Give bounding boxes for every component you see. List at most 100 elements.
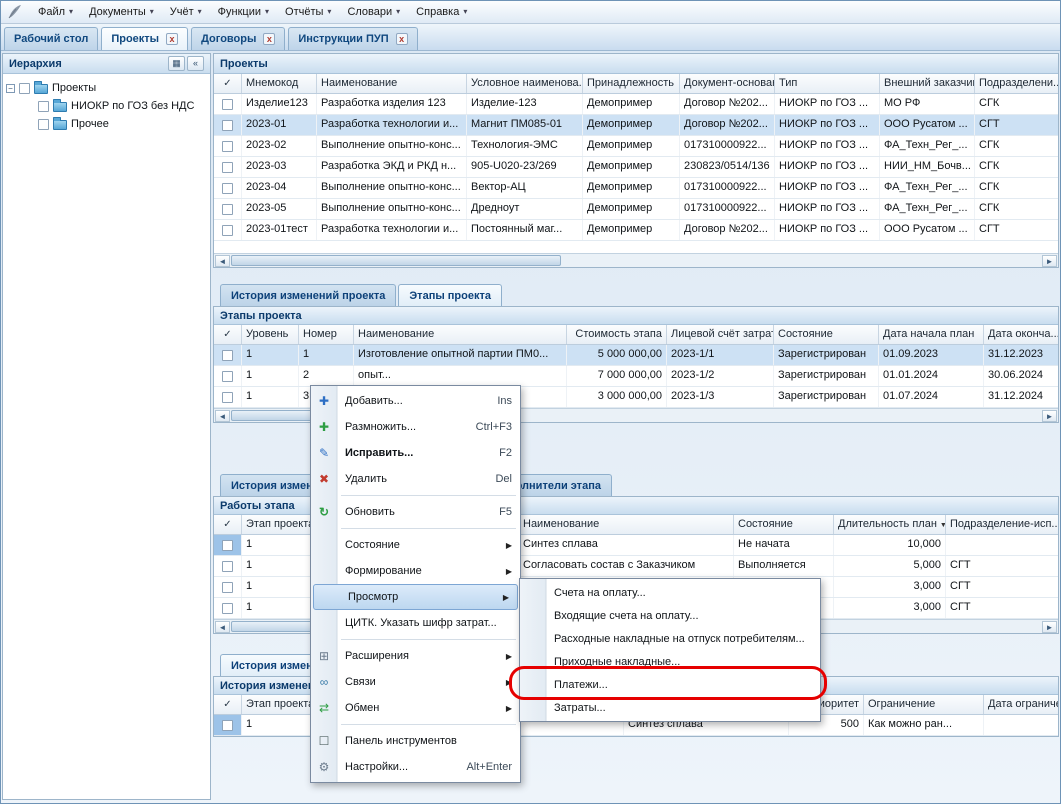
table-cell[interactable]: Изделие123 (242, 94, 317, 114)
table-cell[interactable]: 1 (242, 366, 299, 386)
tab-project_detail_tabs-0[interactable]: История изменений проекта (220, 284, 396, 306)
row-checkbox[interactable] (222, 141, 233, 152)
submenu-item-1[interactable]: Входящие счета на оплату... (520, 604, 820, 627)
column-header[interactable]: Лицевой счёт затрат. (667, 325, 774, 344)
table-cell[interactable]: 3 000 000,00 (567, 387, 667, 407)
table-cell[interactable]: Разработка технологии и... (317, 115, 467, 135)
table-cell[interactable]: Зарегистрирован (774, 366, 879, 386)
table-cell[interactable]: 5 000 000,00 (567, 345, 667, 365)
workspace-tab-2[interactable]: Договорыx (191, 27, 285, 50)
table-row[interactable]: 2023-02Выполнение опытно-конс...Технолог… (214, 136, 1058, 157)
table-cell[interactable]: СГТ (946, 598, 1059, 618)
expander-icon[interactable]: − (6, 84, 15, 93)
table-cell[interactable]: НИОКР по ГОЗ ... (775, 94, 880, 114)
column-header[interactable]: Стоимость этапа (567, 325, 667, 344)
row-select-cell[interactable] (214, 345, 242, 365)
row-select-cell[interactable] (214, 199, 242, 219)
table-cell[interactable]: Демопример (583, 220, 680, 240)
row-select-cell[interactable] (214, 535, 242, 555)
table-cell[interactable]: 31.12.2024 (984, 387, 1059, 407)
scroll-right-icon[interactable]: ► (1042, 410, 1057, 422)
table-cell[interactable]: СГТ (975, 115, 1059, 135)
row-checkbox[interactable] (222, 350, 233, 361)
table-cell[interactable]: ООО Русатом ... (880, 115, 975, 135)
column-header[interactable]: Наименование (317, 74, 467, 93)
row-select-cell[interactable] (214, 157, 242, 177)
tree-item-other[interactable]: Прочее (6, 115, 207, 133)
row-select-cell[interactable] (214, 94, 242, 114)
table-cell[interactable]: опыт... (354, 366, 567, 386)
table-cell[interactable]: 017310000922... (680, 199, 775, 219)
row-checkbox[interactable] (222, 162, 233, 173)
select-all-header[interactable]: ✓ (214, 515, 242, 534)
scroll-left-icon[interactable]: ◄ (215, 621, 230, 633)
row-checkbox[interactable] (222, 225, 233, 236)
row-select-cell[interactable] (214, 178, 242, 198)
column-header[interactable]: Дата оконча... (984, 325, 1059, 344)
row-select-cell[interactable] (214, 220, 242, 240)
table-cell[interactable]: 30.06.2024 (984, 366, 1059, 386)
column-header[interactable]: Условное наименова... (467, 74, 583, 93)
row-checkbox[interactable] (222, 371, 233, 382)
tree-checkbox[interactable] (38, 101, 49, 112)
table-cell[interactable]: 31.12.2023 (984, 345, 1059, 365)
column-header[interactable]: Принадлежность (583, 74, 680, 93)
table-cell[interactable]: 7 000 000,00 (567, 366, 667, 386)
row-select-cell[interactable] (214, 115, 242, 135)
table-cell[interactable]: Договор №202... (680, 115, 775, 135)
close-icon[interactable]: x (263, 33, 275, 45)
table-cell[interactable]: 2 (299, 366, 354, 386)
menubar-item-4[interactable]: Отчёты▾ (277, 3, 339, 21)
submenu-item-0[interactable]: Счета на оплату... (520, 581, 820, 604)
table-cell[interactable]: 2023-04 (242, 178, 317, 198)
table-cell[interactable]: СГК (975, 199, 1059, 219)
table-cell[interactable]: 2023-01 (242, 115, 317, 135)
select-all-header[interactable]: ✓ (214, 74, 242, 93)
table-cell[interactable]: НИОКР по ГОЗ ... (775, 220, 880, 240)
context-menu-item-3[interactable]: ✖УдалитьDel (311, 466, 520, 492)
row-select-cell[interactable] (214, 387, 242, 407)
table-cell[interactable]: Технология-ЭМС (467, 136, 583, 156)
table-cell[interactable]: 2023-1/2 (667, 366, 774, 386)
table-cell[interactable]: 2023-1/1 (667, 345, 774, 365)
table-cell[interactable]: 10,000 (834, 535, 946, 555)
table-cell[interactable]: 5,000 (834, 556, 946, 576)
scroll-left-icon[interactable]: ◄ (215, 410, 230, 422)
table-cell[interactable]: 01.07.2024 (879, 387, 984, 407)
table-cell[interactable]: Демопример (583, 199, 680, 219)
table-cell[interactable]: Договор №202... (680, 220, 775, 240)
column-header[interactable]: Дата ограниче... (984, 695, 1059, 714)
table-cell[interactable]: 1 (242, 345, 299, 365)
table-cell[interactable]: ФА_Техн_Рег_... (880, 199, 975, 219)
column-header[interactable]: Мнемокод (242, 74, 317, 93)
scroll-left-icon[interactable]: ◄ (215, 255, 230, 267)
table-cell[interactable]: НИИ_НМ_Бочв... (880, 157, 975, 177)
table-cell[interactable]: Разработка технологии и... (317, 220, 467, 240)
context-menu-item-9[interactable]: Просмотр▶ (313, 584, 518, 610)
table-cell[interactable]: 2023-02 (242, 136, 317, 156)
column-header[interactable]: Дата начала план (879, 325, 984, 344)
scroll-right-icon[interactable]: ► (1042, 621, 1057, 633)
table-cell[interactable]: СГК (975, 94, 1059, 114)
workspace-tab-0[interactable]: Рабочий стол (4, 27, 98, 50)
column-header[interactable]: Документ-основан... (680, 74, 775, 93)
row-checkbox[interactable] (222, 99, 233, 110)
table-cell[interactable]: НИОКР по ГОЗ ... (775, 178, 880, 198)
select-all-header[interactable]: ✓ (214, 695, 242, 714)
context-menu-item-12[interactable]: ⊞Расширения▶ (311, 643, 520, 669)
table-cell[interactable]: Дредноут (467, 199, 583, 219)
row-select-cell[interactable] (214, 577, 242, 597)
tree-item-niokr[interactable]: НИОКР по ГОЗ без НДС (6, 97, 207, 115)
table-cell[interactable]: Магнит ПМ085-01 (467, 115, 583, 135)
table-cell[interactable]: Изготовление опытной партии ПМ0... (354, 345, 567, 365)
column-header[interactable]: Уровень (242, 325, 299, 344)
table-cell[interactable]: СГТ (975, 220, 1059, 240)
context-menu-item-10[interactable]: ЦИТК. Указать шифр затрат... (311, 610, 520, 636)
row-select-cell[interactable] (214, 715, 242, 735)
column-header[interactable]: Состояние (774, 325, 879, 344)
menubar-item-1[interactable]: Документы▾ (81, 3, 162, 21)
row-checkbox[interactable] (222, 183, 233, 194)
projects-hscrollbar[interactable]: ◄► (214, 253, 1058, 267)
column-header[interactable]: Состояние (734, 515, 834, 534)
table-row[interactable]: 2023-03Разработка ЭКД и РКД н...905-U020… (214, 157, 1058, 178)
